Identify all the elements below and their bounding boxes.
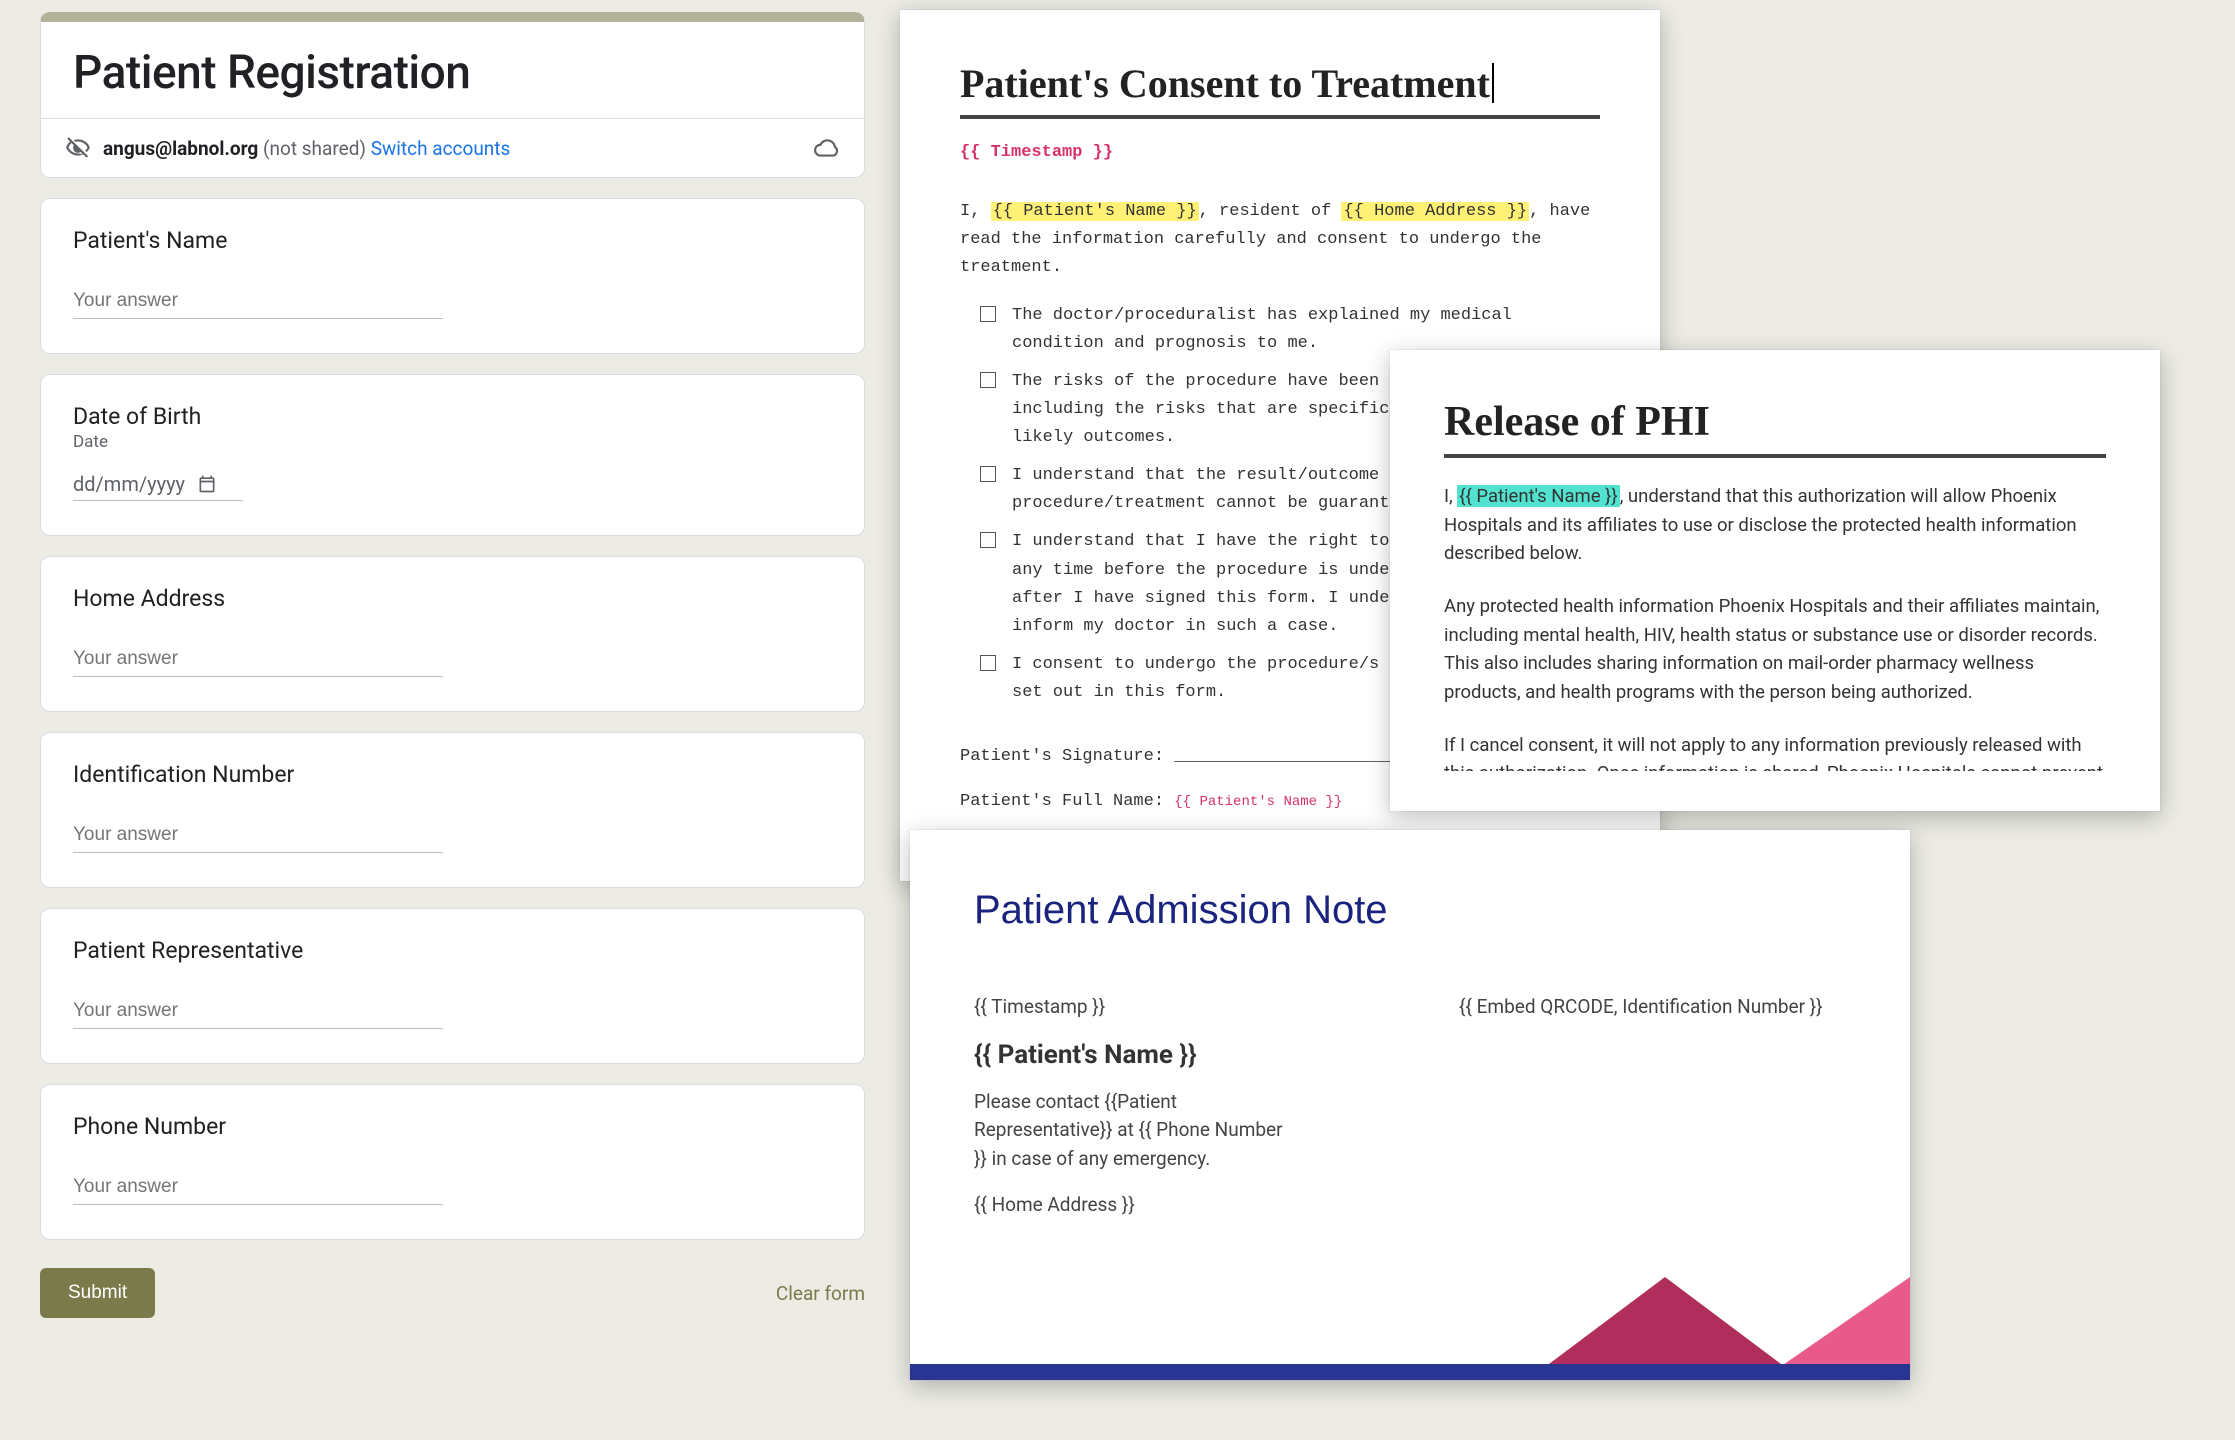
- not-shared-label: (not shared): [263, 137, 366, 160]
- rule: [960, 115, 1600, 119]
- question-label: Patient Representative: [73, 937, 832, 964]
- question-label: Phone Number: [73, 1113, 832, 1140]
- admission-contact: Please contact {{Patient Representative}…: [974, 1088, 1299, 1174]
- triangle-shape-icon: [1780, 1277, 1910, 1367]
- question-label: Patient's Name: [73, 227, 832, 254]
- phone-input[interactable]: [73, 1170, 443, 1205]
- merge-tag-patient-name: {{ Patient's Name }}: [1174, 794, 1342, 810]
- text: I,: [1444, 485, 1457, 507]
- visibility-off-icon: [65, 135, 91, 161]
- admission-footer: [910, 1280, 1910, 1380]
- form-title: Patient Registration: [73, 46, 832, 100]
- text: I,: [960, 202, 991, 221]
- google-form-column: Patient Registration angus@labnol.org (n…: [40, 12, 865, 1318]
- phi-body: I, {{ Patient's Name }}, understand that…: [1444, 482, 2106, 771]
- consent-title: Patient's Consent to Treatment: [960, 61, 1490, 106]
- phi-paragraph: If I cancel consent, it will not apply t…: [1444, 731, 2106, 771]
- footer-bar: [910, 1364, 1910, 1380]
- switch-accounts-link[interactable]: Switch accounts: [371, 137, 511, 160]
- doc-phi: Release of PHI I, {{ Patient's Name }}, …: [1390, 350, 2160, 811]
- merge-tag-qrcode: {{ Embed QRCODE, Identification Number }…: [1459, 993, 1846, 1022]
- rule: [1444, 454, 2106, 458]
- document-canvas: Patient's Consent to Treatment {{ Timest…: [900, 10, 2220, 1430]
- text: Patient's Full Name:: [960, 792, 1174, 811]
- admission-grid: {{ Timestamp }} {{ Patient's Name }} Ple…: [974, 993, 1846, 1238]
- name-input[interactable]: [73, 284, 443, 319]
- text: , resident of: [1199, 202, 1342, 221]
- admission-right: {{ Embed QRCODE, Identification Number }…: [1459, 993, 1846, 1238]
- dob-input[interactable]: dd/mm/yyyy: [73, 468, 243, 501]
- question-sublabel: Date: [73, 432, 832, 452]
- address-input[interactable]: [73, 642, 443, 677]
- question-dob: Date of Birth Date dd/mm/yyyy: [40, 374, 865, 536]
- form-title-card: Patient Registration: [40, 12, 865, 119]
- text-cursor-icon: [1492, 63, 1494, 103]
- cloud-icon: [814, 135, 840, 161]
- consent-timestamp: {{ Timestamp }}: [960, 143, 1600, 162]
- question-phone: Phone Number: [40, 1084, 865, 1240]
- question-label: Date of Birth: [73, 403, 832, 430]
- question-address: Home Address: [40, 556, 865, 712]
- rep-input[interactable]: [73, 994, 443, 1029]
- admission-timestamp: {{ Timestamp }}: [974, 993, 1299, 1022]
- question-rep: Patient Representative: [40, 908, 865, 1064]
- account-email: angus@labnol.org: [103, 137, 258, 160]
- id-input[interactable]: [73, 818, 443, 853]
- admission-title: Patient Admission Note: [974, 888, 1846, 933]
- question-name: Patient's Name: [40, 198, 865, 354]
- merge-tag-patient-name: {{ Patient's Name }}: [991, 202, 1199, 221]
- dob-placeholder: dd/mm/yyyy: [73, 472, 185, 496]
- admission-left: {{ Timestamp }} {{ Patient's Name }} Ple…: [974, 993, 1299, 1238]
- question-label: Home Address: [73, 585, 832, 612]
- clear-form-link[interactable]: Clear form: [776, 1282, 865, 1305]
- account-row: angus@labnol.org (not shared) Switch acc…: [40, 119, 865, 178]
- question-id: Identification Number: [40, 732, 865, 888]
- submit-button[interactable]: Submit: [40, 1268, 155, 1318]
- merge-tag-patient-name: {{ Patient's Name }}: [1457, 485, 1619, 507]
- calendar-icon: [197, 474, 217, 494]
- merge-tag-patient-name: {{ Patient's Name }}: [974, 1040, 1299, 1070]
- form-actions: Submit Clear form: [40, 1268, 865, 1318]
- merge-tag-home-address: {{ Home Address }}: [974, 1191, 1299, 1220]
- merge-tag-home-address: {{ Home Address }}: [1341, 202, 1529, 221]
- phi-paragraph: Any protected health information Phoenix…: [1444, 592, 2106, 707]
- question-label: Identification Number: [73, 761, 832, 788]
- triangle-shape-icon: [1545, 1277, 1785, 1367]
- phi-title: Release of PHI: [1444, 398, 2106, 446]
- doc-admission: Patient Admission Note {{ Timestamp }} {…: [910, 830, 1910, 1380]
